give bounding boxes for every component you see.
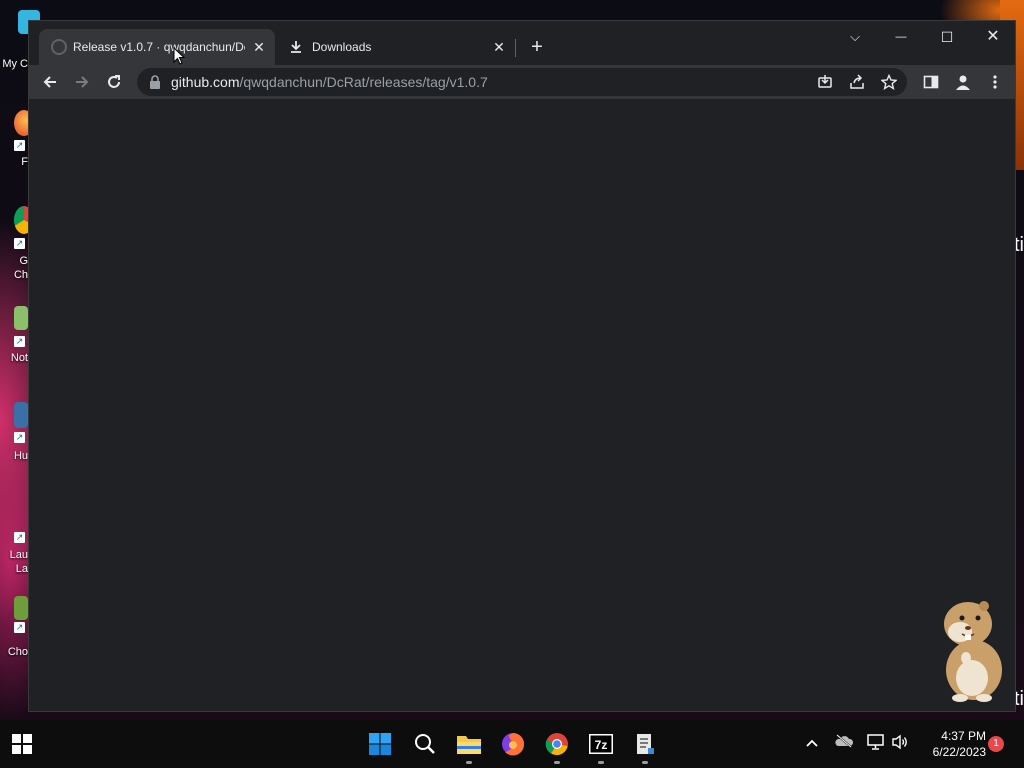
tab-search-button[interactable]: ⌵ bbox=[832, 23, 878, 51]
download-icon bbox=[291, 41, 301, 53]
onedrive-tray-icon[interactable] bbox=[834, 734, 854, 754]
speaker-icon bbox=[892, 734, 907, 750]
shortcut-arrow-icon: ↗ bbox=[14, 432, 25, 443]
taskbar-7zip[interactable]: 7z bbox=[585, 728, 617, 764]
running-indicator bbox=[466, 761, 472, 764]
running-indicator bbox=[598, 761, 604, 764]
firefox-icon bbox=[502, 733, 525, 756]
folder-icon bbox=[457, 736, 481, 754]
shortcut-arrow-icon: ↗ bbox=[14, 336, 25, 347]
notification-badge[interactable]: 1 bbox=[988, 736, 1004, 752]
running-indicator bbox=[642, 761, 648, 764]
reload-icon bbox=[108, 75, 120, 88]
taskbar-search-button[interactable] bbox=[409, 728, 441, 760]
chevron-up-icon bbox=[806, 739, 818, 747]
maximize-button[interactable]: ☐ bbox=[924, 23, 970, 51]
share-icon[interactable] bbox=[847, 72, 867, 92]
clock-time: 4:37 PM bbox=[941, 729, 986, 743]
notepad-icon bbox=[637, 734, 654, 754]
taskbar-notepad[interactable] bbox=[629, 728, 661, 764]
mouse-cursor-icon bbox=[173, 47, 185, 65]
clock-date: 6/22/2023 bbox=[932, 745, 986, 759]
tab-close-button[interactable]: ✕ bbox=[251, 39, 267, 55]
shortcut-arrow-icon: ↗ bbox=[14, 140, 25, 151]
network-icon bbox=[867, 734, 884, 750]
close-window-button[interactable]: ✕ bbox=[970, 23, 1016, 51]
browser-window: Release v1.0.7 · qwqdanchun/DcRat ✕ Down… bbox=[28, 20, 1016, 712]
url-text: github.com/qwqdanchun/DcRat/releases/tag… bbox=[171, 68, 488, 96]
menu-icon[interactable] bbox=[981, 68, 1009, 96]
desktop-icon-google-chrome[interactable]: ↗ G Ch bbox=[0, 206, 34, 281]
forward-button[interactable] bbox=[68, 68, 96, 96]
github-icon bbox=[51, 39, 67, 55]
tab-release[interactable]: Release v1.0.7 · qwqdanchun/DcRat ✕ bbox=[39, 29, 275, 65]
taskbar: 7z 4:37 PM 6/22/2023 1 bbox=[0, 720, 1024, 768]
desktop-icon-cho[interactable]: ↗ Cho bbox=[0, 596, 28, 658]
app-icon bbox=[14, 402, 28, 428]
lock-icon[interactable] bbox=[149, 75, 161, 89]
desktop-icon-firefox[interactable]: ↗ F bbox=[0, 110, 34, 168]
windows-logo-icon bbox=[369, 733, 391, 755]
taskbar-firefox[interactable] bbox=[497, 728, 529, 760]
tab-downloads[interactable]: Downloads ✕ bbox=[279, 29, 515, 65]
arrow-right-icon bbox=[76, 76, 89, 88]
tab-close-button[interactable]: ✕ bbox=[491, 39, 507, 55]
show-hidden-icons-button[interactable] bbox=[802, 734, 822, 754]
shortcut-arrow-icon: ↗ bbox=[14, 532, 25, 543]
shortcut-arrow-icon: ↗ bbox=[14, 622, 25, 633]
running-indicator bbox=[554, 761, 560, 764]
profile-icon[interactable] bbox=[949, 68, 977, 96]
page-content[interactable] bbox=[29, 99, 1015, 711]
back-button[interactable] bbox=[36, 68, 64, 96]
install-app-icon[interactable] bbox=[815, 72, 835, 92]
new-tab-button[interactable]: + bbox=[525, 36, 549, 60]
desktop-icon-my-computer[interactable]: My C bbox=[0, 10, 40, 70]
notepad-icon bbox=[14, 306, 28, 330]
7zip-icon: 7z bbox=[589, 734, 613, 754]
side-panel-icon[interactable] bbox=[917, 68, 945, 96]
taskbar-start-button[interactable] bbox=[364, 728, 396, 760]
windows-start-button[interactable] bbox=[6, 728, 38, 760]
hamster-sticker-icon bbox=[944, 601, 1002, 702]
shortcut-arrow-icon: ↗ bbox=[14, 238, 25, 249]
browser-toolbar: github.com/qwqdanchun/DcRat/releases/tag… bbox=[29, 65, 1015, 99]
desktop-icon-hu[interactable]: ↗ Hu bbox=[0, 402, 28, 462]
reload-button[interactable] bbox=[100, 68, 128, 96]
svg-text:7z: 7z bbox=[595, 738, 608, 752]
search-icon bbox=[415, 734, 435, 754]
cloud-off-icon bbox=[835, 734, 854, 748]
url-host: github.com bbox=[171, 74, 240, 90]
taskbar-chrome[interactable] bbox=[541, 728, 573, 764]
taskbar-file-explorer[interactable] bbox=[453, 728, 485, 764]
network-tray-icon[interactable] bbox=[866, 734, 886, 754]
tab-title: Downloads bbox=[312, 40, 372, 54]
address-bar[interactable]: github.com/qwqdanchun/DcRat/releases/tag… bbox=[137, 68, 907, 96]
windows-logo-icon bbox=[12, 734, 32, 754]
desktop-icon-notepad[interactable]: ↗ Not bbox=[0, 306, 28, 364]
tab-divider bbox=[515, 39, 516, 57]
minimize-button[interactable]: — bbox=[878, 23, 924, 51]
volume-tray-icon[interactable] bbox=[890, 734, 910, 754]
chrome-icon bbox=[545, 733, 568, 756]
taskbar-clock[interactable]: 4:37 PM 6/22/2023 bbox=[920, 728, 986, 760]
app-icon bbox=[14, 596, 28, 620]
url-path: /qwqdanchun/DcRat/releases/tag/v1.0.7 bbox=[239, 74, 488, 90]
arrow-left-icon bbox=[43, 76, 56, 88]
tab-title: Release v1.0.7 · qwqdanchun/DcRat bbox=[73, 40, 245, 54]
bookmark-star-icon[interactable] bbox=[879, 72, 899, 92]
